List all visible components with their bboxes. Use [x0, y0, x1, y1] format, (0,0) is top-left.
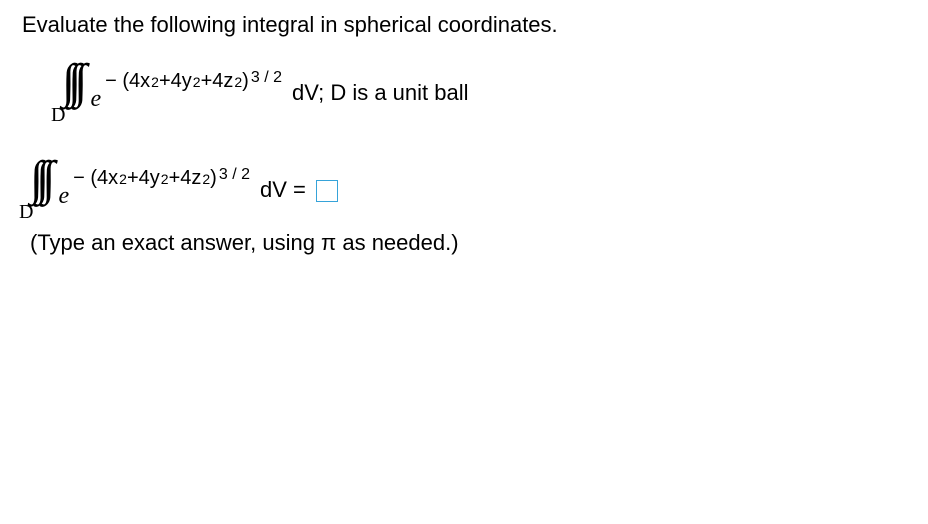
base-e-2: e — [58, 183, 69, 210]
plus2-2: + — [169, 167, 181, 190]
plus1-2: + — [127, 167, 139, 190]
differential-and-desc: dV; D is a unit ball — [292, 80, 469, 106]
term2-base-2: 4y — [139, 167, 160, 190]
term2-exp-2: 2 — [161, 171, 169, 187]
term2-exp: 2 — [193, 74, 201, 90]
term1-exp-2: 2 — [119, 171, 127, 187]
term1-base: 4x — [129, 70, 150, 93]
term2-base: 4y — [171, 70, 192, 93]
minus-sign: − — [105, 70, 117, 93]
answer-input[interactable] — [316, 180, 338, 202]
integral-domain: D — [51, 104, 65, 127]
dV-label: dV — [260, 177, 287, 202]
lparen: ( — [122, 70, 129, 93]
rparen-2: ) — [210, 167, 217, 190]
integral-expression-original: ∫∫∫ D e − ( 4x2 + 4y2 + 4z2 ) 3 / 2 — [62, 58, 908, 127]
integral-domain-2: D — [19, 201, 33, 224]
answer-hint: (Type an exact answer, using π as needed… — [30, 230, 908, 256]
rparen: ) — [242, 70, 249, 93]
lparen-2: ( — [90, 167, 97, 190]
base-e: e — [90, 86, 101, 113]
term1-base-2: 4x — [97, 167, 118, 190]
integral-signs: ∫∫∫ — [62, 58, 80, 106]
equals-sign: = — [293, 177, 312, 202]
triple-integral-symbol-2: ∫∫∫ D — [30, 155, 48, 224]
integral-signs-2: ∫∫∫ — [30, 155, 48, 203]
integral-expression-answer: ∫∫∫ D e − ( 4x2 + 4y2 + 4z2 ) 3 / 2 — [30, 155, 908, 224]
exponent: − ( 4x2 + 4y2 + 4z2 ) 3 / 2 — [105, 70, 282, 93]
exponent-2: − ( 4x2 + 4y2 + 4z2 ) 3 / 2 — [73, 167, 250, 190]
triple-integral-symbol: ∫∫∫ D — [62, 58, 80, 127]
question-prompt: Evaluate the following integral in spher… — [22, 12, 908, 38]
term3-exp-2: 2 — [202, 171, 210, 187]
term1-exp: 2 — [151, 74, 159, 90]
outer-exponent-2: 3 / 2 — [219, 166, 250, 184]
integrand-2: e − ( 4x2 + 4y2 + 4z2 ) 3 / 2 — [58, 169, 250, 210]
outer-exponent: 3 / 2 — [251, 69, 282, 87]
integrand: e − ( 4x2 + 4y2 + 4z2 ) 3 / 2 — [90, 72, 282, 113]
minus-sign-2: − — [73, 167, 85, 190]
plus2: + — [201, 70, 213, 93]
term3-base: 4z — [212, 70, 233, 93]
term3-base-2: 4z — [180, 167, 201, 190]
term3-exp: 2 — [234, 74, 242, 90]
equals-part: dV = — [260, 177, 338, 203]
plus1: + — [159, 70, 171, 93]
domain-description: D is a unit ball — [330, 80, 468, 105]
dV-semicolon: dV; — [292, 80, 324, 105]
